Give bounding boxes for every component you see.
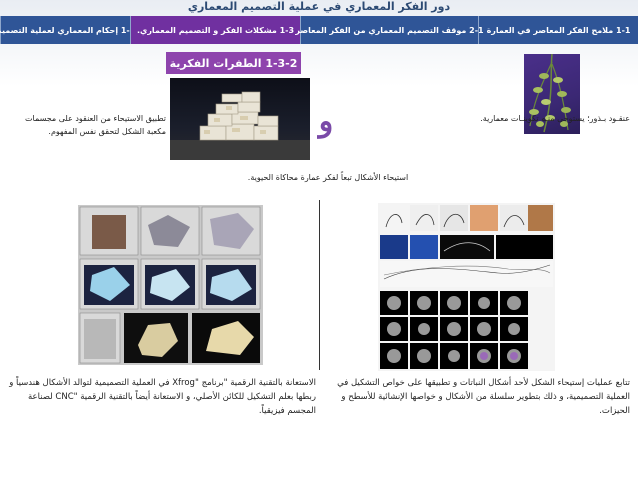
- tab-1-3[interactable]: 1-3 مشكلات الفكر و التصميم المعماري.: [130, 16, 300, 44]
- stacked-boxes-building-illustration: [170, 91, 310, 160]
- tab-1-1[interactable]: 1-1 ملامح الفكر المعاصر في العمارة: [478, 16, 638, 44]
- top-caption: استيحاء الأشكال تبعاً لفكر عمارة محاكاة …: [247, 173, 409, 182]
- leaf-ornament-icon: و: [318, 104, 334, 139]
- form-studies-illustration: [380, 205, 553, 369]
- top-left-description: تطبيق الاستيحاء من العنقود على مجسمات مك…: [24, 114, 166, 136]
- bottom-right-description: تتابع عمليات إستيحاء الشكل لأحد أشكال ال…: [337, 378, 630, 416]
- section-nav: 1-1 ملامح الفكر المعاصر في العمارة 2-1 م…: [0, 16, 638, 44]
- column-divider: [319, 200, 320, 370]
- bottom-left-description: الاستعانة بالتقنية الرقمية "برنامج "Xfro…: [9, 378, 316, 416]
- slide: دور الفكر المعماري في عملية التصميم المع…: [0, 0, 638, 479]
- building-model-image: [170, 78, 310, 160]
- plant-form-studies-image: [378, 203, 555, 371]
- tab-2-1[interactable]: 2-1 موقف التصميم المعماري من الفكر المعا…: [295, 16, 484, 44]
- tab-1-4[interactable]: 1-4 إحكام المعماري لعملية التصميم: [0, 16, 135, 44]
- page-title: دور الفكر المعماري في عملية التصميم المع…: [187, 0, 451, 13]
- section-badge: 1-3-2 الطفرات الفكرية: [166, 52, 301, 74]
- top-right-description: عنقـود بـذور؛ يستوحى منـه تكوينـات معمار…: [480, 114, 630, 123]
- xfrog-screens-image: [78, 205, 263, 365]
- software-screens-illustration: [79, 206, 261, 364]
